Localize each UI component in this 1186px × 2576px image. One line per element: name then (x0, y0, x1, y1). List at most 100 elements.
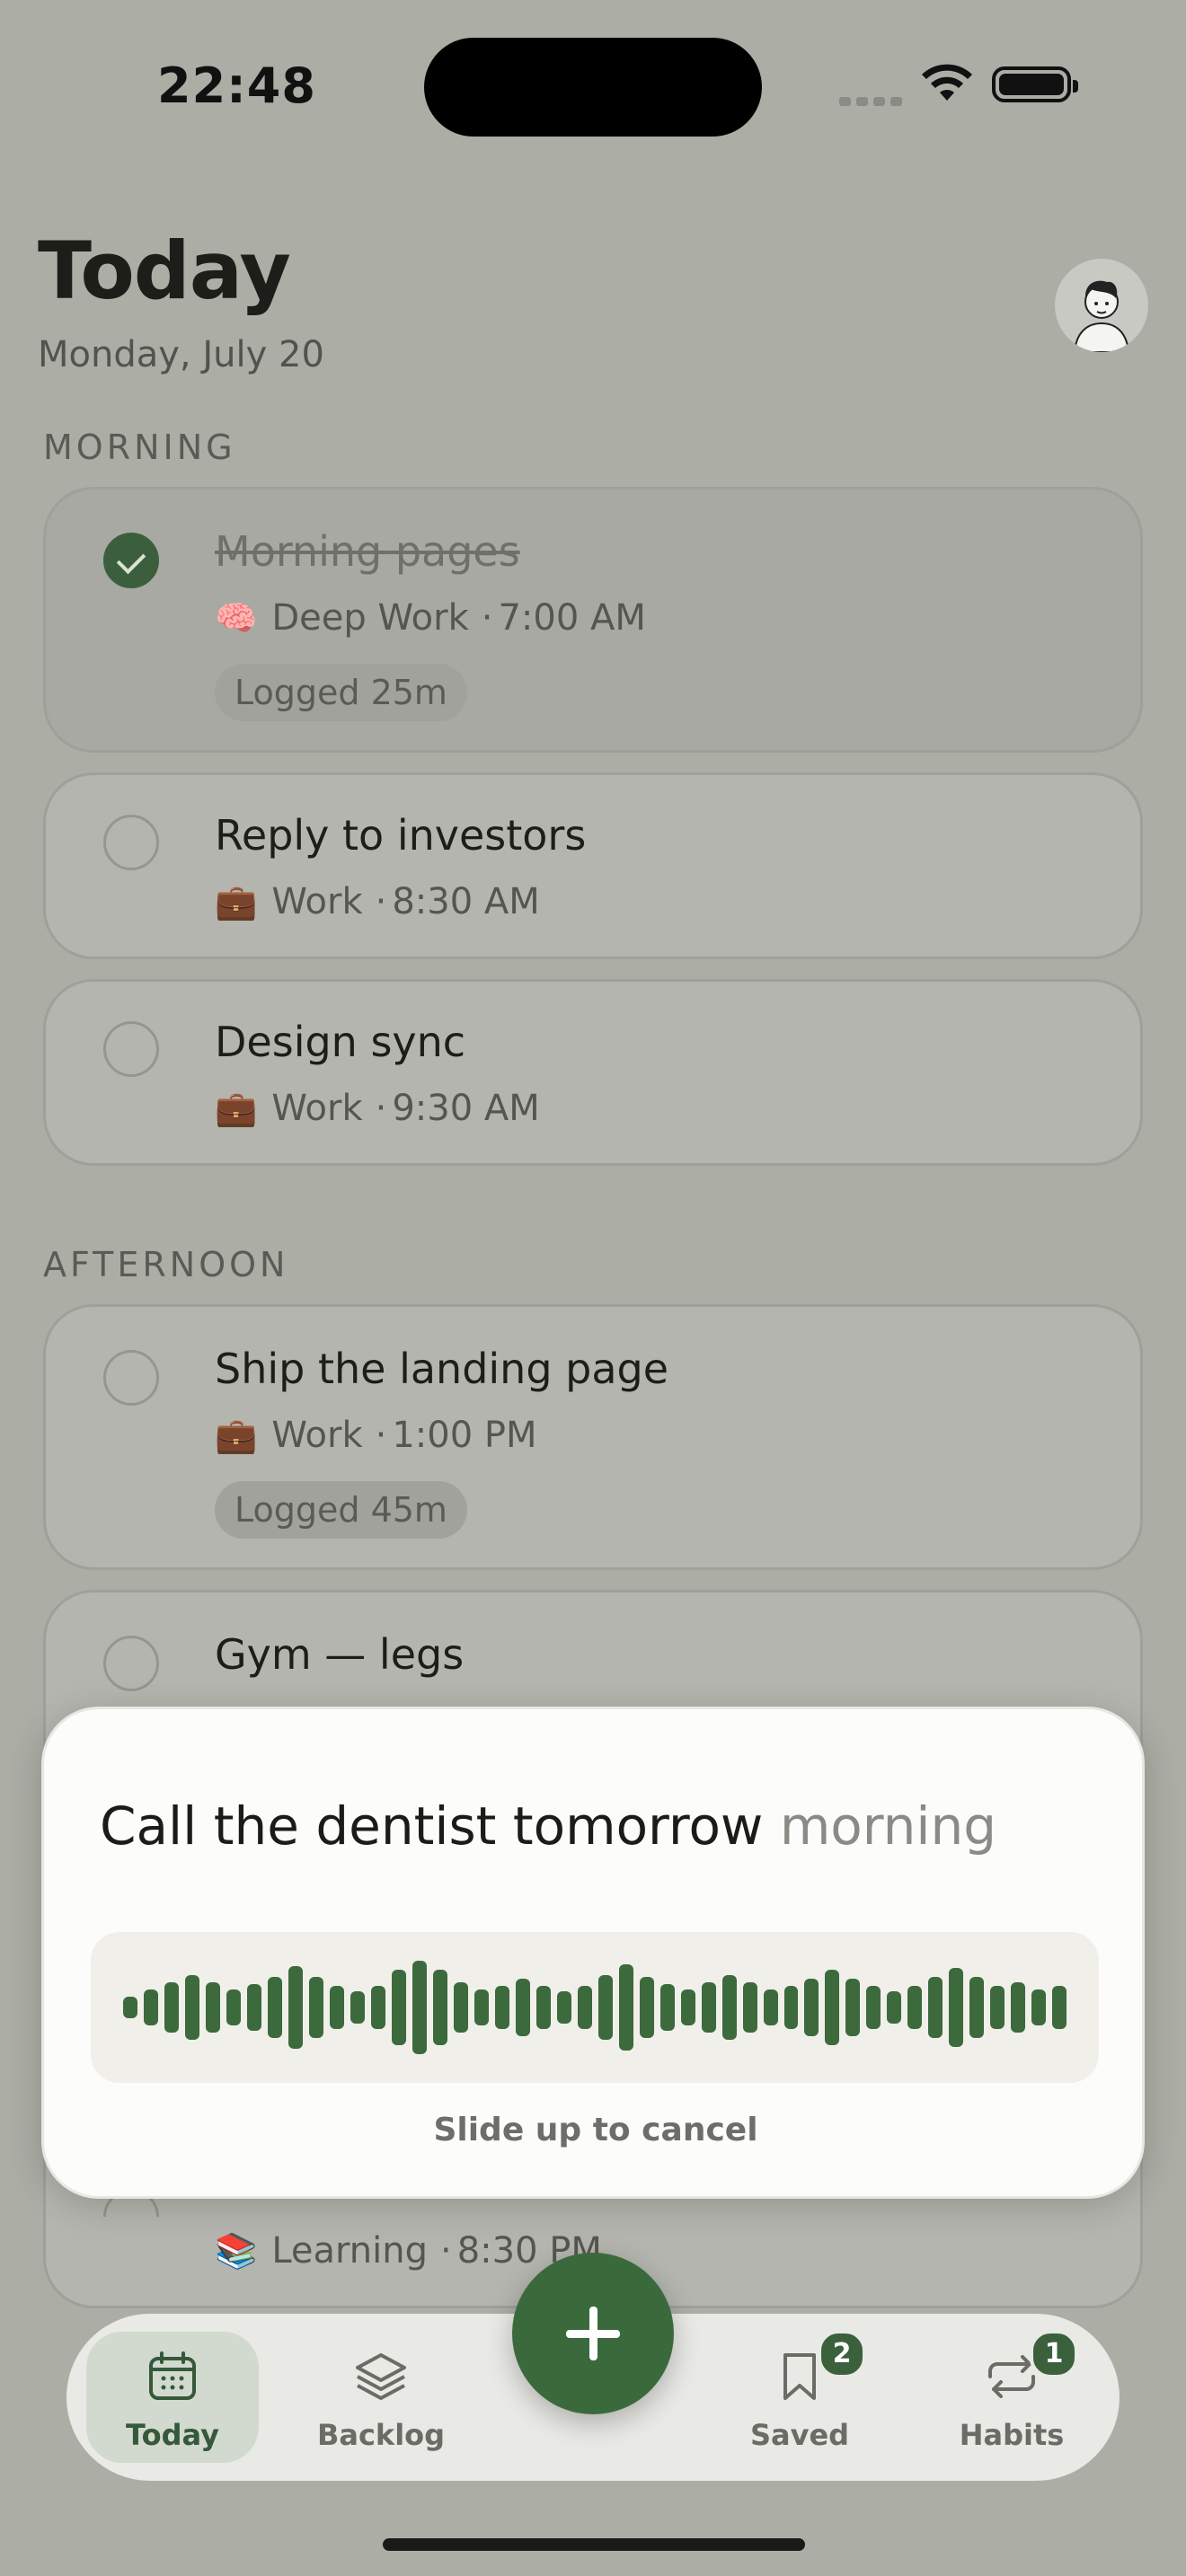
waveform-bar (329, 1986, 344, 2029)
audio-waveform (91, 1932, 1099, 2083)
waveform-bar (680, 1989, 695, 2025)
task-time: 1:00 PM (392, 1415, 537, 1456)
task-checkbox[interactable] (103, 1350, 159, 1406)
waveform-bar (825, 1970, 840, 2045)
task-checkbox[interactable] (103, 1021, 159, 1077)
avatar[interactable] (1055, 259, 1148, 352)
meta-separator: · (481, 597, 493, 639)
meta-separator: · (439, 2230, 452, 2272)
task-meta: 🧠 Deep Work · 7:00 AM (215, 597, 646, 639)
task-category: Work (271, 1088, 363, 1129)
meta-separator: · (375, 1088, 387, 1129)
waveform-bar (783, 1986, 799, 2029)
tab-label: Backlog (316, 2418, 446, 2452)
calendar-icon (149, 2351, 196, 2400)
saved-count-badge: 2 (818, 2330, 866, 2378)
habits-count-badge: 1 (1030, 2330, 1078, 2378)
task-time: 7:00 AM (498, 597, 646, 639)
waveform-bar (267, 1977, 282, 2038)
waveform-bar (639, 1977, 654, 2038)
waveform-bar (474, 1989, 489, 2025)
page-date: Monday, July 20 (38, 334, 324, 375)
waveform-bar (907, 1986, 923, 2029)
task-meta: 💼 Work · 1:00 PM (215, 1415, 537, 1456)
tab-backlog[interactable]: Backlog (295, 2332, 467, 2463)
task-card-reply-investors[interactable]: Reply to investors 💼 Work · 8:30 AM (43, 772, 1143, 959)
waveform-bar (350, 1991, 365, 2024)
layers-icon (356, 2353, 406, 2400)
status-bar: 22:48 (0, 0, 1186, 171)
waveform-bar (990, 1986, 1005, 2029)
task-checkbox[interactable] (103, 815, 159, 870)
transcript-text: Call the dentist tomorrow (100, 1795, 764, 1857)
waveform-bar (184, 1975, 199, 2040)
status-time: 22:48 (157, 57, 316, 114)
waveform-bar (597, 1975, 613, 2040)
tab-today[interactable]: Today (86, 2332, 259, 2463)
waveform-bar (453, 1982, 468, 2033)
task-category: Work (271, 881, 363, 922)
add-task-button[interactable] (512, 2253, 674, 2414)
waveform-bar (866, 1986, 881, 2029)
waveform-bar (618, 1964, 633, 2051)
task-checkbox[interactable] (103, 1636, 159, 1691)
task-time: 9:30 AM (392, 1088, 540, 1129)
cancel-hint: Slide up to cancel (433, 2112, 758, 2148)
task-card-morning-pages[interactable]: Morning pages 🧠 Deep Work · 7:00 AM Logged … (43, 487, 1143, 753)
voice-transcript: Call the dentist tomorrow morning (100, 1795, 996, 1857)
logged-badge: Logged 45m (215, 1481, 467, 1539)
logged-badge: Logged 25m (215, 664, 467, 721)
waveform-bar (143, 1989, 158, 2025)
tab-habits[interactable]: 1 Habits (925, 2330, 1098, 2463)
waveform-bar (763, 1989, 778, 2025)
task-category: Deep Work (271, 597, 469, 639)
waveform-bar (845, 1979, 861, 2036)
task-meta: 📚 Learning · 8:30 PM (215, 2230, 602, 2272)
waveform-bar (432, 1970, 447, 2045)
task-title: Gym — legs (215, 1630, 465, 1679)
meta-separator: · (375, 1415, 387, 1456)
waveform-bar (556, 1991, 571, 2024)
waveform-bar (205, 1982, 220, 2033)
voice-input-panel[interactable]: Call the dentist tomorrow morning Slide … (41, 1707, 1145, 2199)
briefcase-icon: 💼 (215, 882, 258, 922)
task-title: Ship the landing page (215, 1345, 669, 1393)
waveform-bars (123, 1932, 1067, 2083)
tab-saved[interactable]: 2 Saved (713, 2330, 886, 2463)
waveform-bar (969, 1977, 985, 2038)
waveform-bar (577, 1986, 592, 2029)
task-title: Design sync (215, 1018, 466, 1066)
waveform-bar (164, 1982, 179, 2033)
waveform-bar (535, 1986, 551, 2029)
brain-icon: 🧠 (215, 598, 258, 638)
battery-icon (992, 66, 1078, 102)
task-category: Learning (271, 2230, 428, 2272)
section-label-morning: MORNING (43, 428, 236, 467)
waveform-bar (949, 1968, 964, 2047)
task-title: Morning pages (215, 527, 520, 576)
task-meta: 💼 Work · 8:30 AM (215, 881, 540, 922)
briefcase-icon: 💼 (215, 1416, 258, 1455)
task-card-ship-landing[interactable]: Ship the landing page 💼 Work · 1:00 PM Logg… (43, 1304, 1143, 1570)
waveform-bar (1031, 1989, 1047, 2025)
briefcase-icon: 💼 (215, 1089, 258, 1128)
avatar-illustration-icon (1073, 280, 1130, 352)
task-checkbox-checked[interactable] (103, 533, 159, 588)
task-category: Work (271, 1415, 363, 1456)
waveform-bar (123, 1997, 137, 2018)
waveform-bar (391, 1970, 406, 2045)
waveform-bar (515, 1979, 530, 2036)
waveform-bar (370, 1986, 385, 2029)
dynamic-island (424, 38, 762, 137)
waveform-bar (928, 1977, 943, 2038)
transcript-pending-word: morning (779, 1795, 997, 1857)
tab-label: Saved (749, 2418, 850, 2452)
wifi-icon (922, 64, 972, 101)
tab-label: Habits (959, 2418, 1065, 2452)
task-card-design-sync[interactable]: Design sync 💼 Work · 9:30 AM (43, 979, 1143, 1166)
books-icon: 📚 (215, 2231, 258, 2271)
waveform-bar (308, 1977, 323, 2038)
waveform-bar (226, 1989, 241, 2025)
waveform-bar (1011, 1982, 1026, 2033)
waveform-bar (494, 1986, 509, 2029)
